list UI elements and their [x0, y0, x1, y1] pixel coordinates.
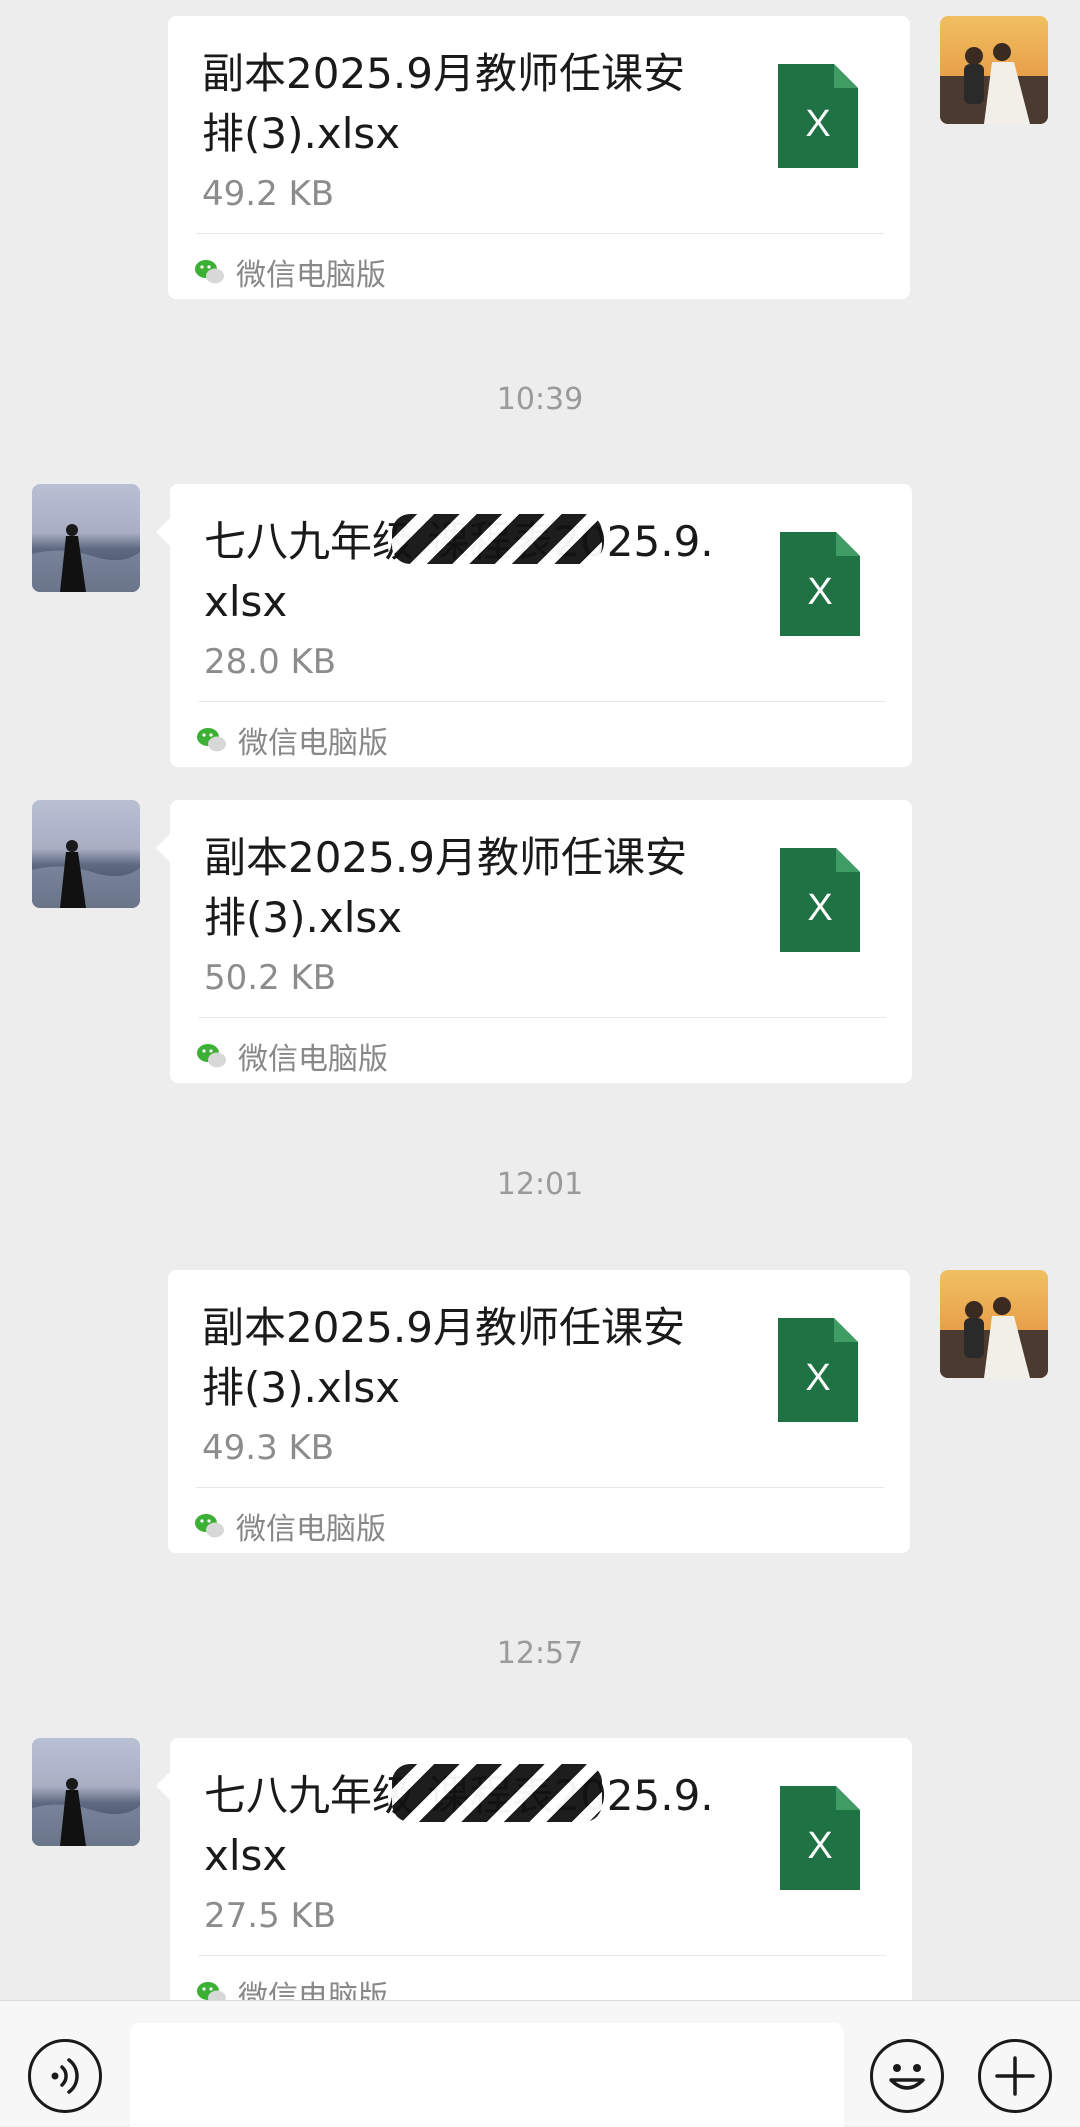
wechat-icon [196, 1042, 228, 1070]
file-size: 49.2 KB [202, 174, 335, 214]
emoji-button[interactable] [870, 2039, 944, 2113]
source-label: 微信电脑版 [196, 720, 388, 761]
svg-text:X: X [805, 103, 830, 145]
file-size: 49.3 KB [202, 1428, 335, 1468]
contact-avatar[interactable] [32, 800, 140, 908]
svg-text:X: X [805, 1357, 830, 1399]
source-label: 微信电脑版 [196, 1036, 388, 1077]
source-label: 微信电脑版 [196, 1974, 388, 2000]
wechat-icon [196, 726, 228, 754]
file-name: 副本2025.9月教师任课安排(3).xlsx [202, 49, 685, 158]
contact-avatar[interactable] [32, 484, 140, 592]
excel-icon: X [778, 64, 858, 168]
timestamp: 12:01 [496, 1167, 584, 1202]
file-name: 副本2025.9月教师任课安排(3).xlsx [204, 833, 687, 942]
excel-icon: X [778, 1318, 858, 1422]
voice-icon [51, 2058, 79, 2094]
input-bar [0, 2000, 1080, 2127]
file-message-card[interactable]: 副本2025.9月教师任课安排(3).xlsx 49.3 KB X 微信电脑版 [168, 1270, 910, 1553]
source-text: 微信电脑版 [238, 726, 388, 761]
timestamp: 10:39 [496, 382, 584, 417]
card-divider [198, 701, 886, 702]
file-message-card[interactable]: 七八九年级 课程表2025.9.xlsx 27.5 KB X 微信电脑版 [156, 1738, 912, 2000]
source-text: 微信电脑版 [238, 1980, 388, 2000]
source-text: 微信电脑版 [236, 1512, 386, 1547]
file-size: 50.2 KB [204, 958, 337, 998]
contact-avatar[interactable] [32, 1738, 140, 1846]
card-divider [196, 233, 884, 234]
card-divider [198, 1017, 886, 1018]
svg-text:X: X [807, 571, 832, 613]
file-size: 27.5 KB [204, 1896, 337, 1936]
chat-area[interactable]: 副本2025.9月教师任课安排(3).xlsx 49.2 KB X 微信电脑版 … [0, 0, 1080, 2000]
emoji-icon [889, 2064, 925, 2090]
file-size: 28.0 KB [204, 642, 337, 682]
file-message-card[interactable]: 七八九年级 课程表2025.9.xlsx 28.0 KB X 微信电脑版 [156, 484, 912, 767]
source-text: 微信电脑版 [238, 1042, 388, 1077]
file-name: 副本2025.9月教师任课安排(3).xlsx [202, 1303, 685, 1412]
svg-text:X: X [807, 887, 832, 929]
card-divider [198, 1955, 886, 1956]
redaction-scribble [392, 514, 602, 564]
timestamp: 12:57 [496, 1636, 584, 1671]
redaction-scribble [392, 1764, 602, 1822]
self-avatar[interactable] [940, 1270, 1048, 1378]
file-message-card[interactable]: 副本2025.9月教师任课安排(3).xlsx 50.2 KB X 微信电脑版 [156, 800, 912, 1083]
card-divider [196, 1487, 884, 1488]
excel-icon: X [780, 1786, 860, 1890]
file-message-card[interactable]: 副本2025.9月教师任课安排(3).xlsx 49.2 KB X 微信电脑版 [168, 16, 910, 299]
voice-button[interactable] [28, 2039, 102, 2113]
self-avatar[interactable] [940, 16, 1048, 124]
excel-icon: X [780, 532, 860, 636]
wechat-icon [194, 258, 226, 286]
plus-icon [995, 2056, 1035, 2096]
wechat-icon [196, 1980, 228, 2000]
excel-icon: X [780, 848, 860, 952]
more-button[interactable] [978, 2039, 1052, 2113]
source-label: 微信电脑版 [194, 1506, 386, 1547]
svg-text:X: X [807, 1825, 832, 1867]
source-label: 微信电脑版 [194, 252, 386, 293]
source-text: 微信电脑版 [236, 258, 386, 293]
message-input[interactable] [130, 2023, 844, 2127]
wechat-icon [194, 1512, 226, 1540]
